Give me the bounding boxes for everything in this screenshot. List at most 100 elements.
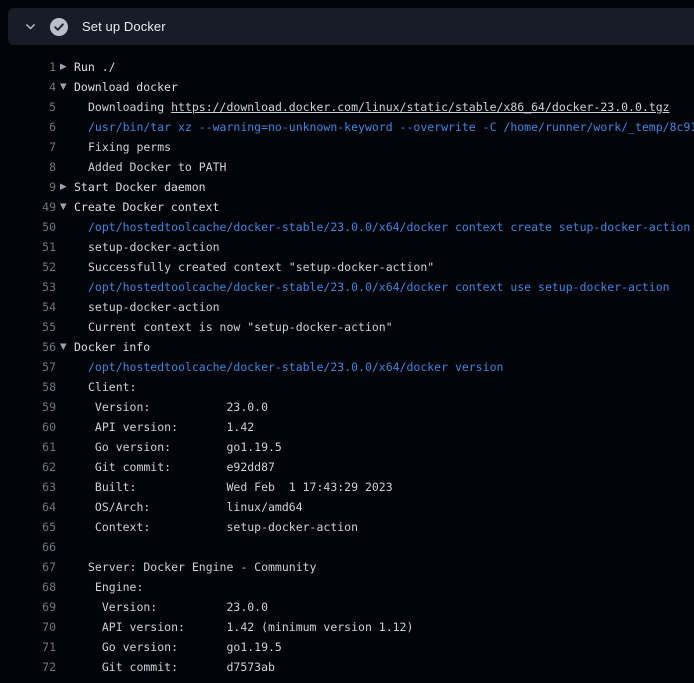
gutter-spacer [60,97,74,117]
line-number[interactable]: 54 [0,297,56,317]
log-text: Context: setup-docker-action [74,517,358,537]
line-number[interactable]: 63 [0,477,56,497]
log-group-title[interactable]: Download docker [74,77,178,97]
log-text: API version: 1.42 (minimum version 1.12) [74,617,413,637]
log-row: 63 Built: Wed Feb 1 17:43:29 2023 [0,477,694,497]
log-text: Version: 23.0.0 [74,597,268,617]
log-group-title[interactable]: Docker info [74,337,150,357]
line-number[interactable]: 9 [0,177,56,197]
log-row: 69 Version: 23.0.0 [0,597,694,617]
line-number[interactable]: 55 [0,317,56,337]
gutter-spacer [60,557,74,577]
gutter-spacer [60,637,74,657]
log-row: 55 Current context is now "setup-docker-a… [0,317,694,337]
log-command: /opt/hostedtoolcache/docker-stable/23.0.… [74,357,503,377]
line-number[interactable]: 5 [0,97,56,117]
log-group-title[interactable]: Create Docker context [74,197,219,217]
line-number[interactable]: 6 [0,117,56,137]
log-text: Downloading https://download.docker.com/… [74,97,670,117]
line-number[interactable]: 4 [0,77,56,97]
line-number[interactable]: 62 [0,457,56,477]
log-row: 1▶Run ./ [0,57,694,77]
log-row: 64 OS/Arch: linux/amd64 [0,497,694,517]
line-number[interactable]: 70 [0,617,56,637]
chevron-down-icon[interactable] [23,20,37,34]
log-text: setup-docker-action [74,297,220,317]
gutter-spacer [60,477,74,497]
log-row: 6/usr/bin/tar xz --warning=no-unknown-ke… [0,117,694,137]
gutter-spacer [60,217,74,237]
line-number[interactable]: 56 [0,337,56,357]
line-number[interactable]: 71 [0,637,56,657]
line-number[interactable]: 69 [0,597,56,617]
log-text: Git commit: d7573ab [74,657,275,677]
line-number[interactable]: 60 [0,417,56,437]
check-circle-icon [50,18,68,36]
log-text: Fixing perms [74,137,171,157]
gutter-spacer [60,377,74,397]
line-number[interactable]: 53 [0,277,56,297]
triangle-down-icon[interactable]: ▼ [60,77,74,97]
log-row: 7 Fixing perms [0,137,694,157]
log-row: 58Client: [0,377,694,397]
log-row: 52Successfully created context "setup-do… [0,257,694,277]
gutter-spacer [60,157,74,177]
gutter-spacer [60,437,74,457]
line-number[interactable]: 51 [0,237,56,257]
line-number[interactable]: 65 [0,517,56,537]
line-number[interactable]: 61 [0,437,56,457]
line-number[interactable]: 72 [0,657,56,677]
line-number[interactable]: 49 [0,197,56,217]
step-header[interactable]: Set up Docker [8,8,694,45]
triangle-right-icon[interactable]: ▶ [60,57,74,77]
gutter-spacer [60,397,74,417]
line-number[interactable]: 1 [0,57,56,77]
log-row: 9▶Start Docker daemon [0,177,694,197]
log-group-title[interactable]: Start Docker daemon [74,177,206,197]
gutter-spacer [60,317,74,337]
log-text: Git commit: e92dd87 [74,457,275,477]
line-number[interactable]: 59 [0,397,56,417]
log-link[interactable]: https://download.docker.com/linux/static… [171,100,670,114]
line-number[interactable]: 67 [0,557,56,577]
triangle-down-icon[interactable]: ▼ [60,197,74,217]
log-text: Added Docker to PATH [74,157,226,177]
log-group-title[interactable]: Run ./ [74,57,116,77]
log-row: 8 Added Docker to PATH [0,157,694,177]
log-row: 67Server: Docker Engine - Community [0,557,694,577]
line-number[interactable]: 58 [0,377,56,397]
log-text: Engine: [74,577,143,597]
line-number[interactable]: 8 [0,157,56,177]
log-row: 56▼Docker info [0,337,694,357]
gutter-spacer [60,657,74,677]
line-number[interactable]: 7 [0,137,56,157]
line-number[interactable]: 52 [0,257,56,277]
log-row: 51 setup-docker-action [0,237,694,257]
gutter-spacer [60,137,74,157]
line-number[interactable]: 57 [0,357,56,377]
log-command: /opt/hostedtoolcache/docker-stable/23.0.… [74,277,670,297]
gutter-spacer [60,577,74,597]
line-number[interactable]: 68 [0,577,56,597]
line-number[interactable]: 64 [0,497,56,517]
line-number[interactable]: 50 [0,217,56,237]
gutter-spacer [60,417,74,437]
line-number[interactable]: 66 [0,537,56,557]
log-row: 5 Downloading https://download.docker.com… [0,97,694,117]
triangle-right-icon[interactable]: ▶ [60,177,74,197]
log-row: 53/opt/hostedtoolcache/docker-stable/23.… [0,277,694,297]
log-row: 72 Git commit: d7573ab [0,657,694,677]
gutter-spacer [60,537,74,557]
log-command: /usr/bin/tar xz --warning=no-unknown-key… [74,117,694,137]
log-text: Current context is now "setup-docker-act… [74,317,393,337]
log-row: 61 Go version: go1.19.5 [0,437,694,457]
log-text: setup-docker-action [74,237,220,257]
log-row: 4▼Download docker [0,77,694,97]
log-row: 70 API version: 1.42 (minimum version 1.… [0,617,694,637]
log-row: 68 Engine: [0,577,694,597]
gutter-spacer [60,617,74,637]
gutter-spacer [60,277,74,297]
triangle-down-icon[interactable]: ▼ [60,337,74,357]
log-text: Built: Wed Feb 1 17:43:29 2023 [74,477,393,497]
log-row: 71 Go version: go1.19.5 [0,637,694,657]
